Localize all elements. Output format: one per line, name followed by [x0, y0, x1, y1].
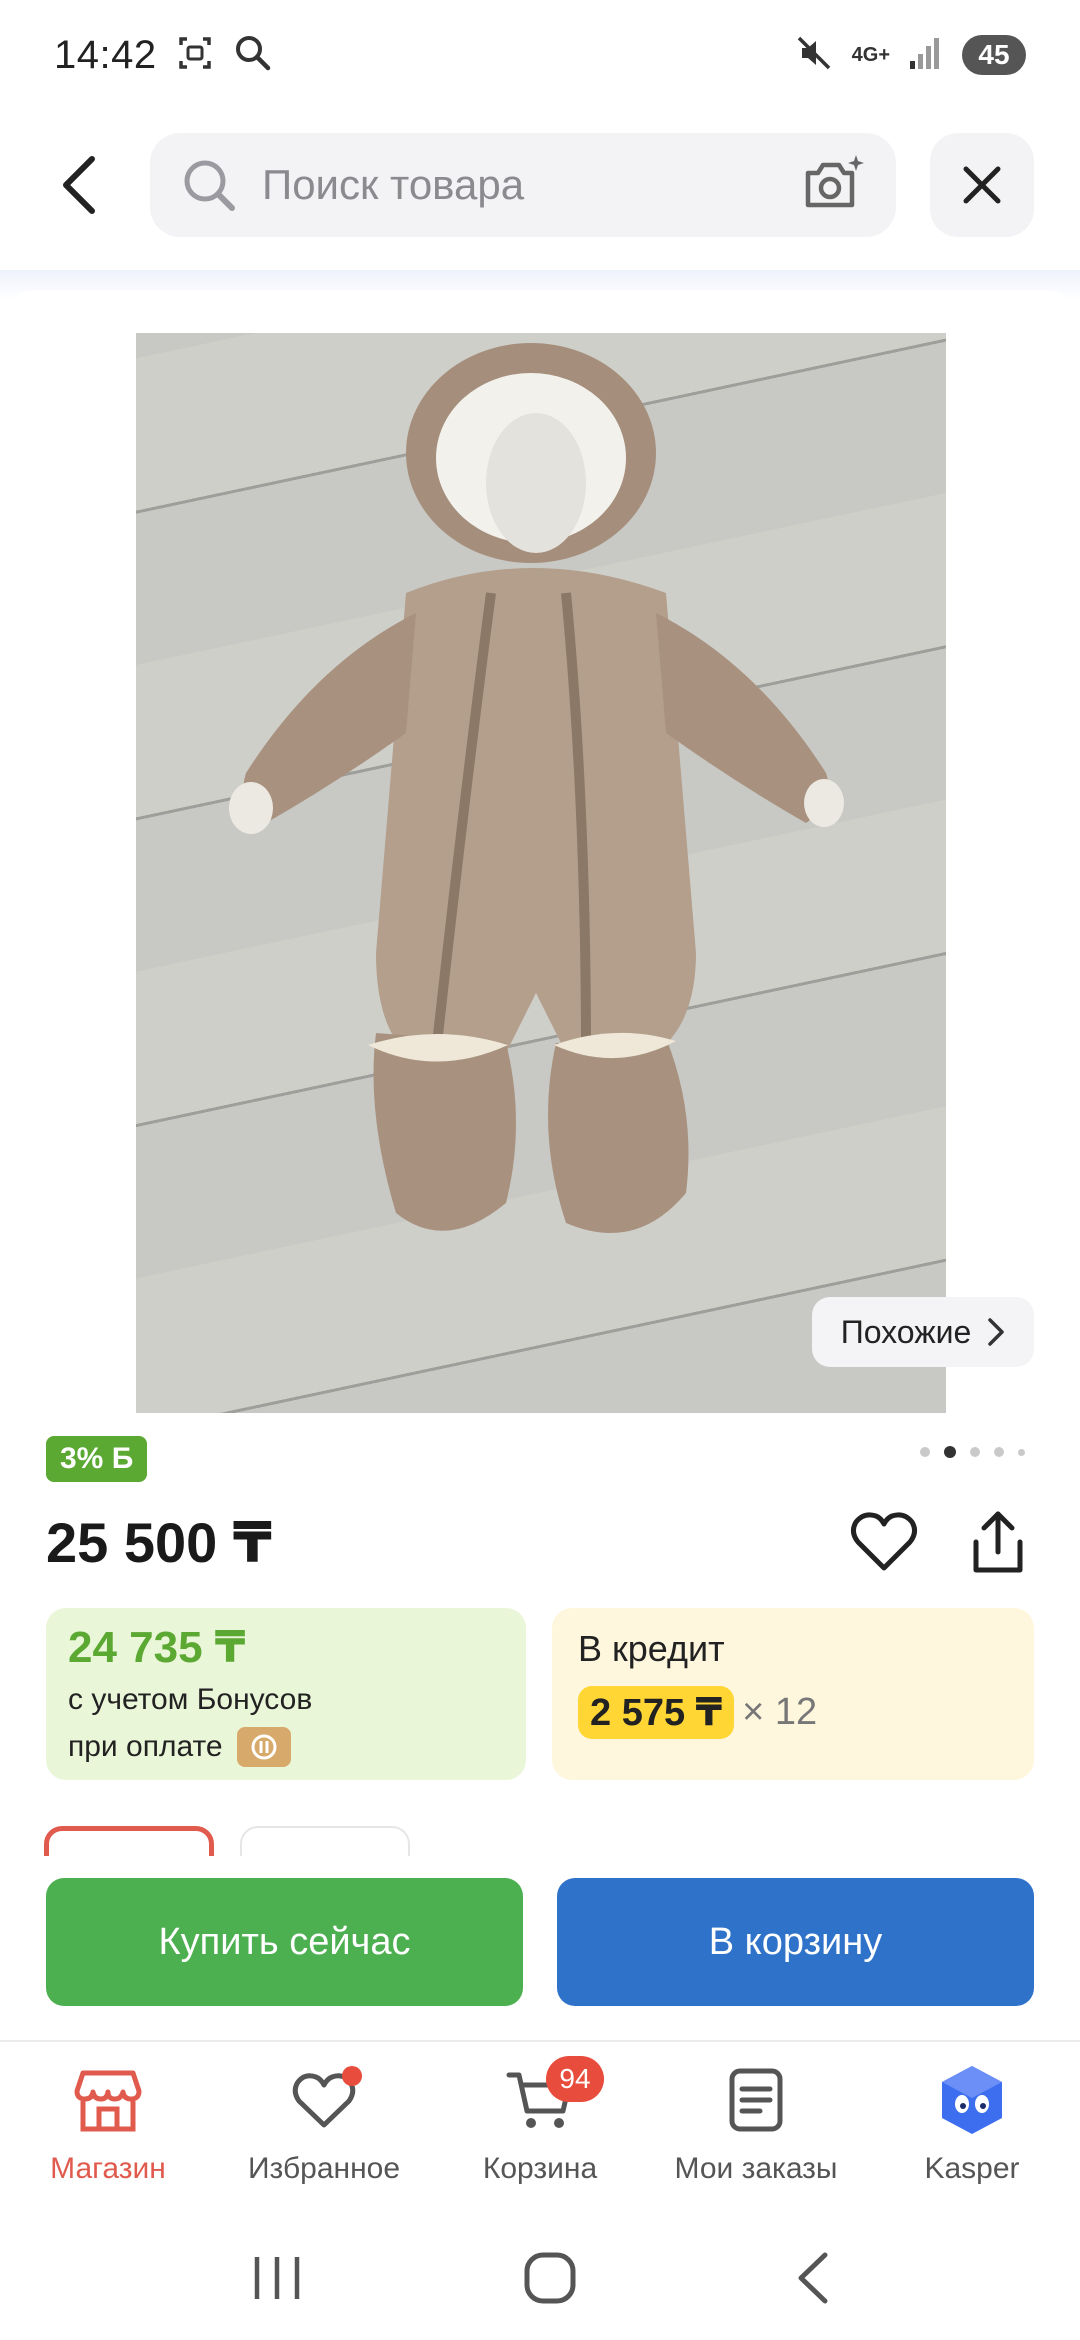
credit-monthly-amount: 2 575 ₸ [578, 1686, 735, 1739]
nav-item-store[interactable]: Магазин [0, 2042, 216, 2220]
pagination-dot [1018, 1448, 1025, 1456]
nav-label-cart: Корзина [482, 2152, 598, 2185]
recent-apps-icon [255, 2256, 300, 2299]
variant-thumbnail[interactable] [240, 1826, 410, 1856]
camera-search-icon[interactable] [802, 153, 866, 218]
home-icon [524, 2252, 576, 2303]
status-bar: 14:42 4G+ 45 [0, 0, 1080, 110]
product-price: 25 500 ₸ [46, 1511, 272, 1574]
similar-products-button[interactable]: Похожие [812, 1297, 1034, 1367]
kaspi-gold-icon [236, 1727, 291, 1767]
status-right: 4G+ 45 [794, 33, 1026, 78]
back-icon [798, 2252, 828, 2303]
bonus-caption-1: с учетом Бонусов [68, 1683, 313, 1716]
share-icon [973, 1511, 1023, 1573]
favorite-button[interactable] [848, 1506, 920, 1578]
nav-label-favorites: Избранное [247, 2152, 401, 2185]
heart-icon [286, 2062, 362, 2138]
pagination-dot [920, 1447, 930, 1457]
back-button[interactable] [40, 135, 120, 235]
buy-now-button[interactable]: Купить сейчас [46, 1878, 523, 2006]
image-pagination [920, 1446, 1025, 1458]
action-buttons: Купить сейчас В корзину [46, 1878, 1034, 2006]
chevron-right-icon [988, 1318, 1005, 1346]
kasper-icon [934, 2062, 1010, 2138]
bottom-navigation: Магазин Избранное 94 Корзина Мои заказы … [0, 2040, 1080, 2220]
pagination-dot-active [944, 1446, 956, 1458]
system-back-button[interactable] [793, 2250, 833, 2311]
home-button[interactable] [522, 2250, 578, 2311]
nav-label-orders: Мои заказы [674, 2152, 838, 2185]
cart-icon: 94 [502, 2056, 604, 2138]
status-time: 14:42 [54, 32, 157, 77]
status-left: 14:42 [54, 33, 273, 78]
bonus-line-2: при оплате [68, 1727, 504, 1767]
close-button[interactable] [930, 133, 1034, 237]
variant-thumbnails [44, 1826, 424, 1856]
network-type: 4G+ [851, 44, 890, 66]
close-icon [963, 166, 1001, 204]
bonus-price-card[interactable]: 24 735 ₸ с учетом Бонусов при оплате [46, 1608, 526, 1780]
nav-item-orders[interactable]: Мои заказы [648, 2042, 864, 2220]
orders-icon [718, 2062, 794, 2138]
search-status-icon [233, 33, 273, 78]
pagination-dot [994, 1447, 1004, 1457]
mute-icon [794, 33, 834, 78]
pagination-dot [970, 1447, 980, 1457]
nav-item-favorites[interactable]: Избранное [216, 2042, 432, 2220]
search-placeholder: Поиск товара [262, 161, 525, 208]
chevron-left-icon [63, 156, 95, 214]
screenshot-icon [175, 33, 215, 78]
signal-icon [908, 35, 944, 76]
nav-item-cart[interactable]: 94 Корзина [432, 2042, 648, 2220]
search-input[interactable]: Поиск товара [150, 133, 896, 237]
recent-apps-button[interactable] [247, 2253, 307, 2308]
search-icon [184, 160, 235, 211]
cart-count-badge: 94 [546, 2056, 604, 2102]
nav-item-kasper[interactable]: Kasper [864, 2042, 1080, 2220]
nav-label-kasper: Kasper [924, 2152, 1020, 2185]
bonus-price: 24 735 ₸ [68, 1623, 246, 1672]
search-header: Поиск товара [0, 110, 1080, 260]
add-to-cart-button[interactable]: В корзину [557, 1878, 1034, 2006]
bonus-line-1: с учетом Бонусов [68, 1683, 504, 1717]
bonus-caption-2: при оплате [68, 1730, 223, 1763]
system-navigation [0, 2220, 1080, 2340]
battery-level: 45 [962, 35, 1026, 75]
notification-dot [342, 2066, 362, 2086]
store-icon [70, 2062, 146, 2138]
heart-icon [850, 1512, 918, 1571]
credit-offer-card[interactable]: В кредит 2 575 ₸ × 12 [552, 1608, 1034, 1780]
credit-row: 2 575 ₸ × 12 [578, 1686, 1008, 1739]
snowsuit-illustration [229, 343, 844, 1233]
nav-label-store: Магазин [50, 2152, 166, 2185]
credit-title: В кредит [578, 1628, 725, 1669]
bonus-percent-badge: 3% Б [46, 1436, 148, 1482]
share-button[interactable] [962, 1506, 1034, 1578]
credit-months: × 12 [742, 1691, 818, 1733]
similar-label: Похожие [840, 1313, 972, 1350]
variant-thumbnail-selected[interactable] [44, 1826, 214, 1856]
product-image[interactable] [136, 333, 946, 1413]
